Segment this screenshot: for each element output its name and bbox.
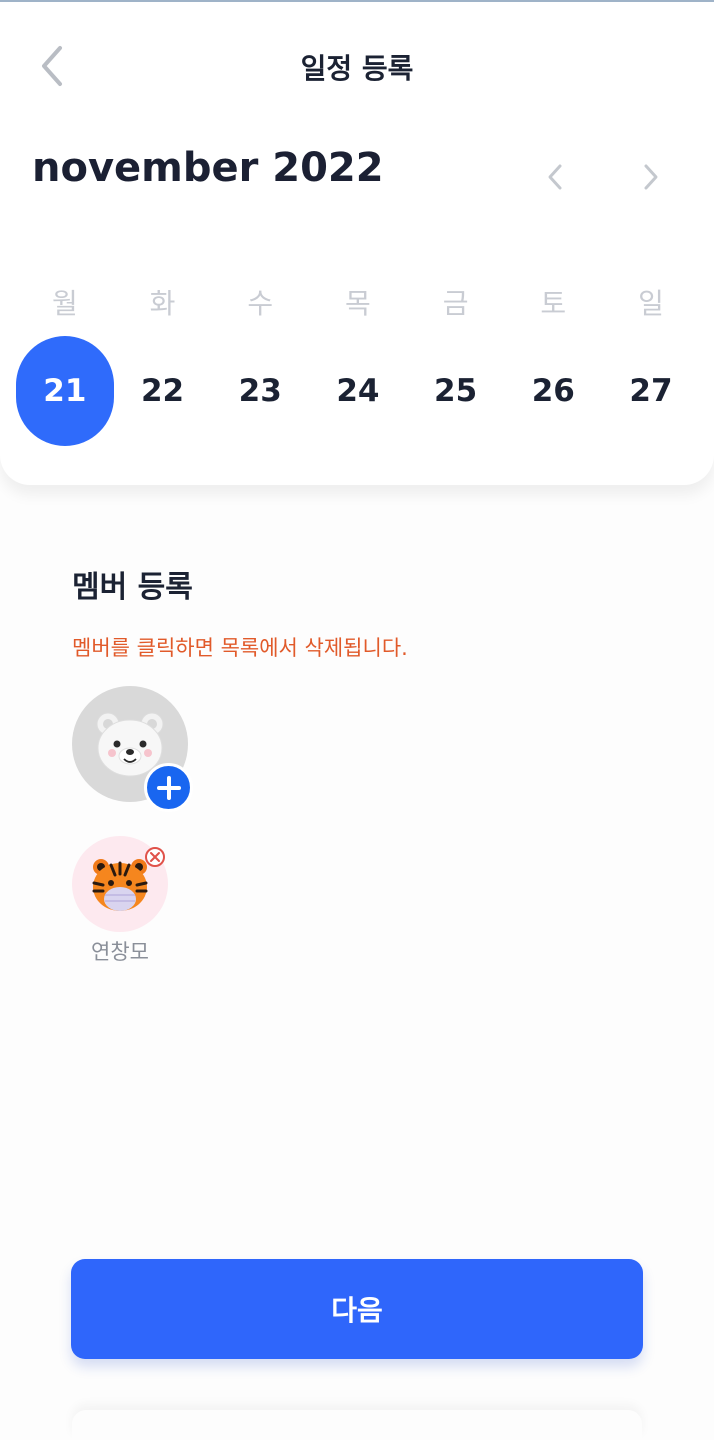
month-label: november 2022 (32, 145, 384, 191)
weekday-row: 월 화 수 목 금 토 일 (16, 282, 700, 322)
weekday-label: 화 (149, 287, 176, 320)
member-section-title: 멤버 등록 (72, 570, 193, 605)
date-cell[interactable]: 24 (309, 336, 407, 446)
date-cell[interactable]: 25 (407, 336, 505, 446)
prev-week-button[interactable] (535, 156, 575, 198)
date-cell[interactable]: 23 (211, 336, 309, 446)
member-avatar[interactable] (72, 836, 168, 932)
plus-icon (156, 775, 181, 800)
weekday-label: 목 (345, 287, 371, 320)
date-cell[interactable]: 26 (504, 336, 602, 446)
next-button[interactable]: 다음 (71, 1259, 643, 1359)
bottom-sheet-edge (72, 1410, 642, 1440)
member-item[interactable]: 연창모 (72, 836, 168, 966)
date-cell[interactable]: 27 (602, 336, 700, 446)
calendar-card: 일정 등록 november 2022 월 화 수 목 금 토 일 21 22 … (0, 2, 714, 485)
member-name: 연창모 (91, 940, 149, 964)
weekday-label: 일 (638, 287, 664, 320)
next-week-button[interactable] (631, 156, 671, 198)
chevron-left-icon (548, 164, 562, 190)
date-cell[interactable]: 22 (114, 336, 212, 446)
weekday-label: 금 (442, 287, 469, 320)
add-member-plus-button[interactable] (144, 763, 193, 812)
date-row: 21 22 23 24 25 26 27 (16, 336, 700, 446)
page-title: 일정 등록 (300, 52, 414, 85)
weekday-label: 토 (540, 287, 567, 320)
weekday-label: 수 (247, 287, 274, 320)
member-section-note: 멤버를 클릭하면 목록에서 삭제됩니다. (72, 636, 408, 660)
date-cell-selected[interactable]: 21 (16, 336, 114, 446)
chevron-right-icon (644, 164, 658, 190)
remove-member-icon[interactable] (144, 846, 166, 868)
weekday-label: 월 (51, 287, 78, 320)
